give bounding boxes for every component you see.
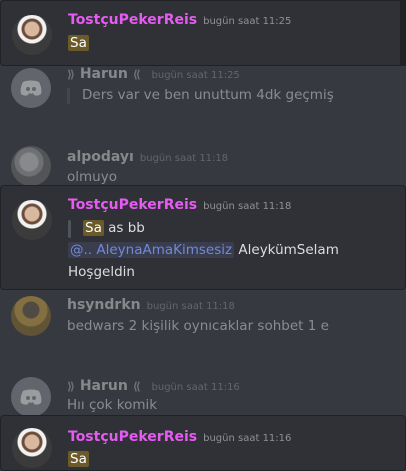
username[interactable]: TostçuPekerReis bugün saat 11:25	[68, 12, 291, 28]
name-decoration: ⟫	[67, 68, 75, 81]
avatar[interactable]	[11, 146, 51, 186]
message-item[interactable]: TostçuPekerReis bugün saat 11:18 Sa as bb…	[0, 185, 406, 290]
quote-bar	[67, 88, 70, 104]
avatar[interactable]	[12, 200, 52, 240]
discord-logo-icon	[20, 80, 42, 96]
timestamp: bugün saat 11:18	[146, 301, 235, 312]
message-content: @.. AleynaAmaKimsesiz AleykümSelam	[68, 242, 339, 258]
message-content: Hoşgeldin	[68, 264, 135, 280]
avatar[interactable]	[12, 428, 52, 468]
username[interactable]: ⟫ Harun ⟪ bugün saat 11:16	[67, 378, 240, 394]
message-content: Sa	[68, 35, 89, 51]
message-content: Sa as bb	[83, 220, 145, 236]
message-item[interactable]: hsyndrkn bugün saat 11:18 bedwars 2 kişil…	[0, 293, 406, 348]
username[interactable]: ⟫ Harun ⟪ bugün saat 11:25	[67, 66, 240, 82]
message-content: Hıı çok komik	[67, 397, 158, 413]
message-content: olmuyo	[67, 169, 117, 185]
message-item[interactable]: TostçuPekerReis bugün saat 11:16 Sa	[0, 415, 406, 471]
message-content: Sa	[68, 451, 89, 467]
message-item[interactable]: ⟫ Harun ⟪ bugün saat 11:16 Hıı çok komik	[0, 365, 406, 417]
highlighted-word: Sa	[68, 35, 89, 51]
timestamp: bugün saat 11:18	[139, 153, 229, 164]
timestamp: bugün saat 11:16	[151, 382, 240, 393]
username[interactable]: TostçuPekerReis bugün saat 11:18	[68, 197, 291, 213]
discord-logo-icon	[20, 389, 42, 405]
name-decoration: ⟪	[132, 380, 141, 393]
avatar[interactable]	[12, 15, 52, 55]
highlighted-word: Sa	[68, 451, 89, 467]
highlighted-word: Sa	[83, 220, 104, 236]
message-item[interactable]: ⟫ Harun ⟪ bugün saat 11:25 Ders var ve b…	[0, 66, 406, 121]
message-item[interactable]: alpodayı bugün saat 11:18 olmuyo	[0, 140, 406, 186]
timestamp: bugün saat 11:16	[203, 433, 292, 444]
username[interactable]: hsyndrkn bugün saat 11:18	[67, 297, 235, 313]
avatar[interactable]	[11, 377, 51, 417]
username[interactable]: TostçuPekerReis bugün saat 11:16	[68, 429, 291, 445]
avatar[interactable]	[11, 68, 51, 108]
user-mention[interactable]: @.. AleynaAmaKimsesiz	[68, 242, 235, 258]
scrollbar-track[interactable]	[400, 0, 406, 66]
timestamp: bugün saat 11:25	[203, 16, 292, 27]
message-content: Ders var ve ben unuttum 4dk geçmiş	[82, 87, 334, 103]
name-decoration: ⟪	[132, 68, 141, 81]
timestamp: bugün saat 11:18	[203, 201, 292, 212]
quote-bar	[68, 220, 71, 238]
avatar[interactable]	[11, 296, 51, 336]
timestamp: bugün saat 11:25	[151, 70, 240, 81]
message-item[interactable]: TostçuPekerReis bugün saat 11:25 Sa	[0, 0, 406, 66]
message-content: bedwars 2 kişilik oynıcaklar sohbet 1 e	[67, 318, 329, 334]
username[interactable]: alpodayı bugün saat 11:18	[67, 149, 228, 165]
name-decoration: ⟫	[67, 380, 75, 393]
